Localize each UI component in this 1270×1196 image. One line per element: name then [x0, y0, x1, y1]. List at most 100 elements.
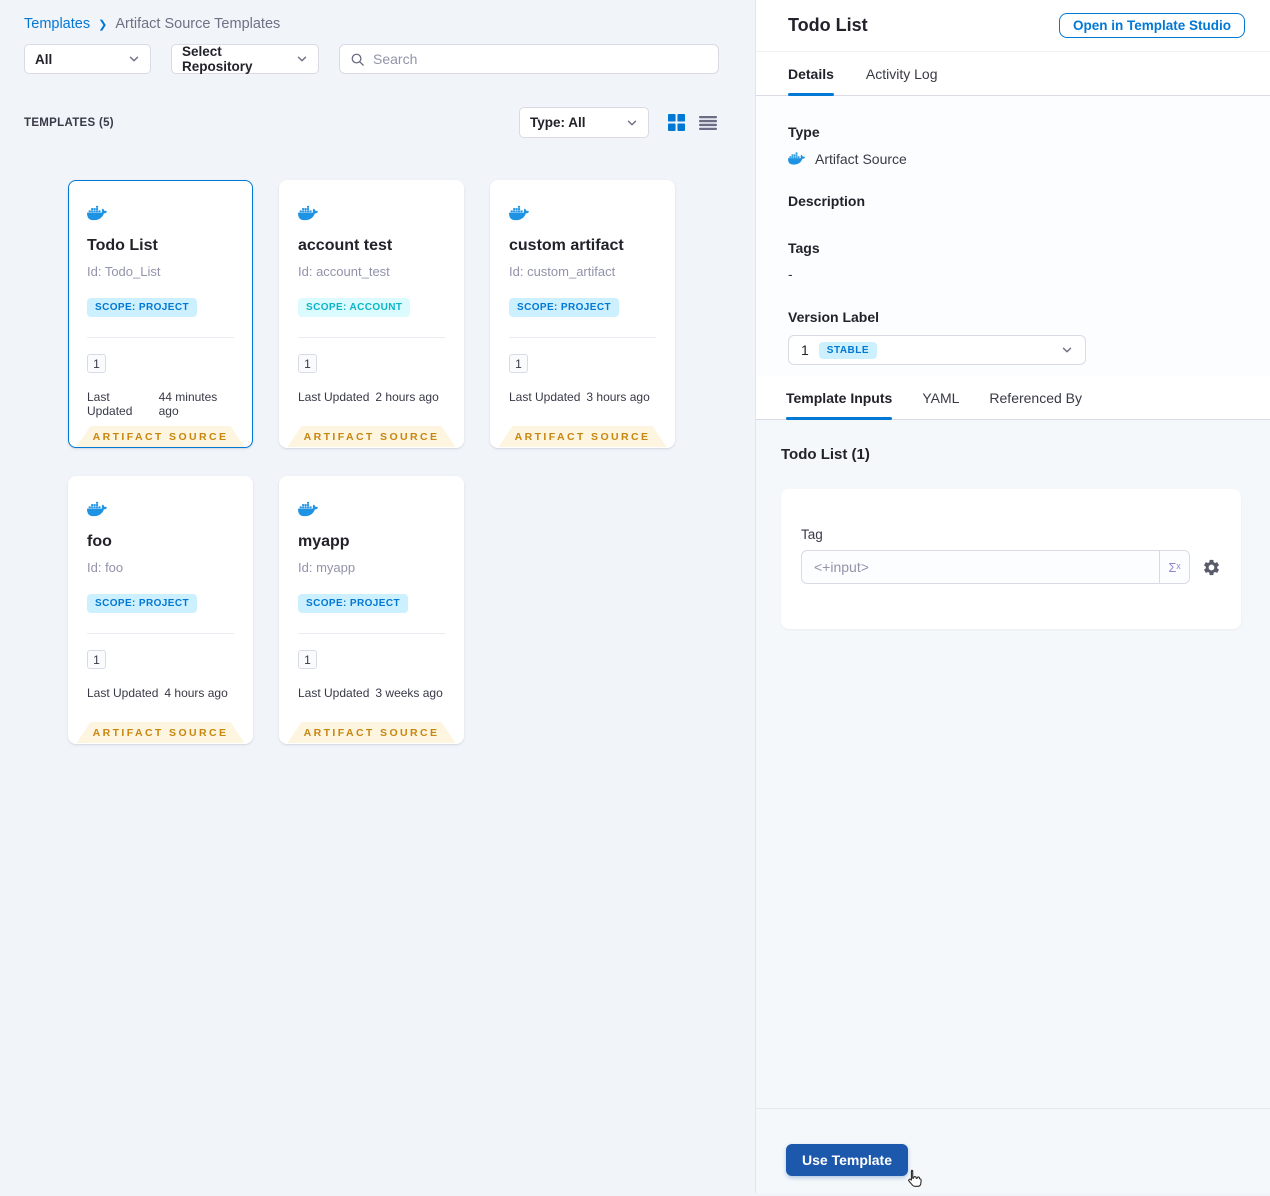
- breadcrumb-templates-link[interactable]: Templates: [24, 16, 90, 32]
- card-title: myapp: [298, 533, 350, 550]
- tag-label: Tag: [801, 527, 823, 542]
- docker-icon: [86, 203, 234, 223]
- details-section: Type Artifact Source Description Tags - …: [756, 96, 1270, 376]
- card-id: Id: myapp: [298, 560, 356, 575]
- search-input[interactable]: [373, 51, 708, 67]
- inputs-card: Tag Σˣ: [781, 489, 1241, 629]
- scope-badge: SCOPE: PROJECT: [87, 298, 197, 317]
- version-count-chip: 1: [87, 354, 106, 373]
- tab-activity-log[interactable]: Activity Log: [866, 52, 938, 95]
- card-title: custom artifact: [509, 237, 624, 254]
- version-value: 1: [801, 342, 809, 358]
- card-title: account test: [298, 237, 393, 254]
- card-divider: [509, 337, 656, 338]
- breadcrumb: Templates ❯ Artifact Source Templates: [24, 16, 280, 32]
- card-divider: [87, 337, 234, 338]
- docker-icon: [298, 203, 445, 223]
- view-toggles: [668, 114, 717, 131]
- scope-badge: SCOPE: PROJECT: [509, 298, 619, 317]
- chevron-down-icon: [128, 53, 140, 65]
- grid-view-icon[interactable]: [668, 114, 685, 131]
- last-updated-value: 44 minutes ago: [158, 390, 218, 418]
- last-updated-value: 3 weeks ago: [375, 686, 443, 700]
- type-filter-value: Type: All: [530, 115, 586, 130]
- repository-filter-dropdown[interactable]: Select Repository: [171, 44, 319, 74]
- search-icon: [350, 52, 365, 67]
- panel-tabbar: Details Activity Log: [756, 52, 1270, 96]
- template-card-account-test[interactable]: account test Id: account_test SCOPE: ACC…: [279, 180, 464, 448]
- last-updated-row: Last Updated 3 weeks ago: [298, 686, 445, 700]
- artifact-source-ribbon: ARTIFACT SOURCE: [288, 722, 456, 743]
- last-updated-label: Last Updated: [298, 390, 370, 404]
- template-cards-grid: Todo List Id: Todo_List SCOPE: PROJECT 1…: [68, 180, 675, 744]
- tag-input[interactable]: [802, 551, 1159, 583]
- card-id: Id: foo: [87, 560, 124, 575]
- version-count-chip: 1: [509, 354, 528, 373]
- tab-details[interactable]: Details: [788, 52, 834, 96]
- last-updated-value: 3 hours ago: [586, 390, 650, 404]
- template-card-todo-list[interactable]: Todo List Id: Todo_List SCOPE: PROJECT 1…: [68, 180, 253, 448]
- last-updated-row: Last Updated 44 minutes ago: [87, 390, 234, 418]
- docker-icon: [86, 499, 234, 519]
- card-title: Todo List: [87, 237, 158, 254]
- card-id: Id: custom_artifact: [509, 264, 616, 279]
- artifact-source-ribbon: ARTIFACT SOURCE: [77, 722, 245, 743]
- card-divider: [87, 633, 234, 634]
- scope-badge: SCOPE: ACCOUNT: [298, 298, 411, 317]
- tab-referenced-by[interactable]: Referenced By: [989, 376, 1082, 419]
- card-title: foo: [87, 533, 112, 550]
- templates-count-label: TEMPLATES (5): [24, 117, 114, 129]
- last-updated-row: Last Updated 3 hours ago: [509, 390, 656, 404]
- tag-input-wrap: Σˣ: [801, 550, 1190, 584]
- type-label: Type: [788, 124, 820, 140]
- search-box: [339, 44, 719, 74]
- panel-title: Todo List: [788, 15, 868, 35]
- tab-template-inputs[interactable]: Template Inputs: [786, 376, 893, 420]
- artifact-source-ribbon: ARTIFACT SOURCE: [77, 426, 245, 447]
- template-card-foo[interactable]: foo Id: foo SCOPE: PROJECT 1 Last Update…: [68, 476, 253, 744]
- last-updated-row: Last Updated 4 hours ago: [87, 686, 234, 700]
- type-value: Artifact Source: [815, 150, 907, 167]
- scope-filter-value: All: [35, 51, 53, 67]
- version-count-chip: 1: [298, 354, 317, 373]
- breadcrumb-separator-icon: ❯: [98, 18, 108, 31]
- scope-badge: SCOPE: PROJECT: [87, 594, 197, 613]
- tags-label: Tags: [788, 240, 820, 256]
- docker-icon: [509, 203, 656, 223]
- description-label: Description: [788, 193, 866, 209]
- expression-sigma-button[interactable]: Σˣ: [1159, 551, 1189, 583]
- last-updated-label: Last Updated: [298, 686, 370, 700]
- last-updated-label: Last Updated: [87, 390, 133, 418]
- artifact-source-ribbon: ARTIFACT SOURCE: [288, 426, 456, 447]
- docker-icon: [788, 150, 805, 167]
- templates-list-pane: Templates ❯ Artifact Source Templates Al…: [0, 0, 755, 1193]
- last-updated-value: 2 hours ago: [375, 390, 439, 404]
- card-divider: [298, 633, 445, 634]
- last-updated-row: Last Updated 2 hours ago: [298, 390, 445, 404]
- panel-footer: Use Template: [756, 1108, 1270, 1193]
- docker-icon: [298, 499, 445, 519]
- gear-icon[interactable]: [1202, 558, 1221, 577]
- open-in-template-studio-button[interactable]: Open in Template Studio: [1058, 13, 1245, 38]
- last-updated-value: 4 hours ago: [164, 686, 228, 700]
- tags-value: -: [788, 266, 793, 282]
- type-filter-dropdown[interactable]: Type: All: [519, 107, 649, 138]
- tab-yaml[interactable]: YAML: [922, 376, 959, 419]
- template-details-panel: Todo List Open in Template Studio Detail…: [755, 0, 1270, 1193]
- scope-filter-dropdown[interactable]: All: [24, 44, 151, 74]
- version-select[interactable]: 1 STABLE: [788, 335, 1086, 365]
- chevron-down-icon: [626, 117, 638, 129]
- template-inputs-content: Todo List (1) Tag Σˣ: [756, 420, 1270, 1108]
- artifact-source-ribbon: ARTIFACT SOURCE: [499, 426, 667, 447]
- list-view-icon[interactable]: [699, 115, 717, 130]
- repository-filter-value: Select Repository: [182, 44, 253, 74]
- breadcrumb-current: Artifact Source Templates: [115, 16, 281, 32]
- template-card-myapp[interactable]: myapp Id: myapp SCOPE: PROJECT 1 Last Up…: [279, 476, 464, 744]
- template-card-custom-artifact[interactable]: custom artifact Id: custom_artifact SCOP…: [490, 180, 675, 448]
- inputs-heading: Todo List (1): [781, 446, 870, 463]
- use-template-button[interactable]: Use Template: [786, 1144, 908, 1176]
- scope-badge: SCOPE: PROJECT: [298, 594, 408, 613]
- panel-header: Todo List Open in Template Studio: [756, 0, 1270, 52]
- last-updated-label: Last Updated: [509, 390, 581, 404]
- version-count-chip: 1: [87, 650, 106, 669]
